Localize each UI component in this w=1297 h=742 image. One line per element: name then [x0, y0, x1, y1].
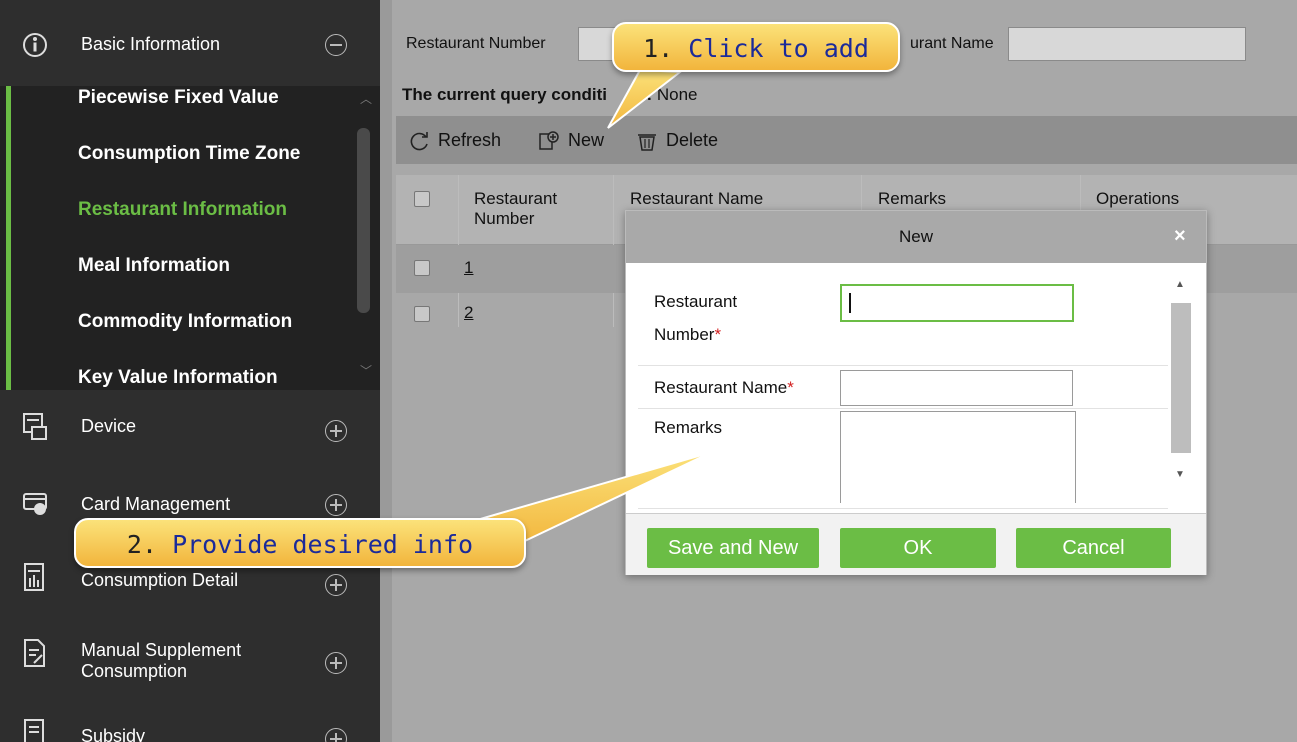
required-mark: * [714, 325, 722, 344]
refresh-icon [410, 131, 428, 150]
collapse-icon[interactable] [325, 34, 347, 56]
column-header-number[interactable]: Restaurant Number [474, 189, 584, 229]
new-button[interactable]: New [538, 130, 604, 151]
add-icon [539, 130, 559, 150]
remarks-label: Remarks [654, 418, 723, 437]
dialog-scrollbar[interactable]: ▲ ▼ [1171, 279, 1191, 489]
save-and-new-button[interactable]: Save and New [647, 528, 819, 568]
required-mark: * [787, 378, 794, 397]
close-icon[interactable]: × [1174, 225, 1186, 248]
sidebar-group-label: Card Management [81, 494, 231, 514]
conditions-label-tail: s: [636, 85, 653, 104]
query-name-label: urant Name [910, 35, 994, 52]
restaurant-number-label: Restaurant Number* [654, 285, 804, 351]
sidebar-group-label: Consumption Detail [81, 570, 239, 590]
restaurant-number-link[interactable]: 1 [464, 258, 473, 278]
callout-text: Click to add [688, 34, 869, 63]
list-icon [24, 719, 44, 742]
restaurant-name-label: Restaurant Name* [654, 371, 794, 404]
query-number-label: Restaurant Number [406, 35, 546, 52]
expand-icon[interactable] [325, 574, 347, 596]
remarks-textarea[interactable] [840, 411, 1076, 503]
callout-text: Provide desired info [172, 530, 474, 559]
refresh-button[interactable]: Refresh [408, 130, 501, 151]
column-header-operations: Operations [1096, 189, 1180, 208]
new-restaurant-dialog: New × Restaurant Number* Restaurant Name… [625, 210, 1207, 575]
sidebar-item-consumption-time-zone[interactable]: Consumption Time Zone [78, 143, 300, 165]
row-checkbox[interactable] [414, 260, 430, 276]
cancel-button[interactable]: Cancel [1016, 528, 1171, 568]
scrollbar-thumb[interactable] [1171, 303, 1191, 453]
dialog-footer: Save and New OK Cancel [626, 513, 1206, 575]
field-divider [638, 408, 1168, 409]
column-header-name[interactable]: Restaurant Name [630, 189, 763, 209]
dialog-header[interactable]: New × [626, 211, 1206, 263]
sidebar-group-label: Device [81, 416, 137, 436]
card-icon [23, 493, 47, 515]
restaurant-name-field[interactable] [840, 370, 1073, 406]
expand-icon[interactable] [325, 728, 347, 742]
restaurant-number-field[interactable] [840, 284, 1074, 322]
callout-click-to-add: 1. Click to add [612, 22, 900, 72]
conditions-label: The current query conditi [402, 85, 607, 104]
document-icon [24, 639, 45, 667]
field-label: Restaurant Number [654, 292, 738, 344]
expand-icon[interactable] [325, 652, 347, 674]
panel-divider [380, 0, 392, 742]
scroll-up-icon[interactable]: ▲ [1175, 279, 1185, 290]
sidebar-group-label: Subsidy [81, 726, 146, 742]
report-icon [24, 563, 44, 591]
submenu-scrollbar[interactable] [357, 128, 370, 313]
info-icon [23, 33, 47, 57]
expand-icon[interactable] [325, 494, 347, 516]
toolbar: Refresh New Delete [396, 116, 1297, 164]
sidebar-submenu: Piecewise Fixed Value Consumption Time Z… [0, 86, 380, 390]
restaurant-number-link[interactable]: 2 [464, 303, 473, 323]
refresh-label: Refresh [438, 130, 502, 150]
column-header-remarks[interactable]: Remarks [878, 189, 946, 209]
query-name-input[interactable] [1008, 27, 1246, 61]
dialog-body: Restaurant Number* Restaurant Name* Rema… [626, 263, 1206, 513]
callout-step-number: 2. [126, 530, 157, 559]
text-cursor [849, 293, 851, 313]
ok-button[interactable]: OK [840, 528, 996, 568]
row-checkbox[interactable] [414, 306, 430, 322]
select-all-checkbox[interactable] [414, 191, 430, 207]
query-conditions: The current query conditi s: None [402, 85, 697, 105]
new-label: New [568, 130, 605, 150]
sidebar-item-key-value-information[interactable]: Key Value Information [78, 367, 278, 389]
delete-label: Delete [666, 130, 719, 150]
callout-provide-info: 2. Provide desired info [74, 518, 526, 568]
field-divider [638, 365, 1168, 366]
chevron-up-icon[interactable]: ︿ [360, 90, 372, 107]
submenu-accent-bar [6, 86, 11, 390]
expand-icon[interactable] [325, 420, 347, 442]
sidebar-group-label: Manual Supplement Consumption [81, 640, 242, 681]
sidebar-group-label: Basic Information [81, 34, 221, 54]
trash-icon [638, 133, 656, 151]
field-divider [638, 508, 1168, 509]
sidebar: Basic Information Piecewise Fixed Value … [0, 0, 380, 742]
sidebar-item-restaurant-information[interactable]: Restaurant Information [78, 199, 287, 221]
dialog-title: New [898, 227, 933, 246]
device-icon [23, 413, 47, 440]
scroll-down-icon[interactable]: ▼ [1175, 469, 1185, 480]
sidebar-item-commodity-information[interactable]: Commodity Information [78, 311, 292, 333]
delete-button[interactable]: Delete [636, 130, 718, 151]
callout-step-number: 1. [643, 34, 674, 63]
sidebar-item-piecewise-fixed-value[interactable]: Piecewise Fixed Value [78, 87, 279, 109]
conditions-value: None [656, 85, 698, 104]
sidebar-item-meal-information[interactable]: Meal Information [78, 255, 230, 277]
chevron-down-icon[interactable]: ﹀ [360, 362, 372, 379]
field-label: Restaurant Name [654, 378, 788, 397]
